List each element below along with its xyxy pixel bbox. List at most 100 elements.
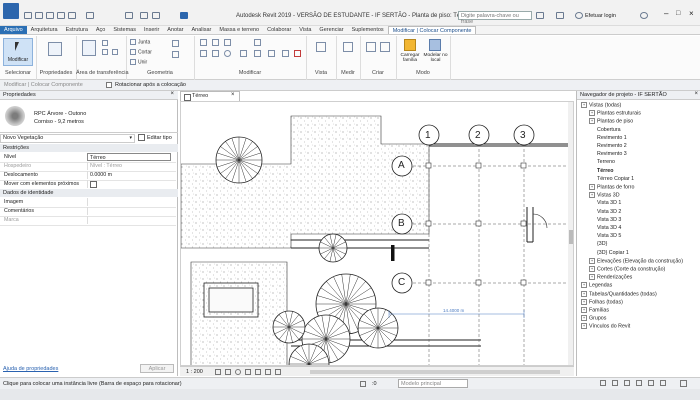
browser-node[interactable]: Vista 3D 3: [597, 217, 621, 223]
save-icon[interactable]: [35, 12, 43, 19]
browser-node[interactable]: Revimento 1: [597, 135, 627, 141]
maximize-button[interactable]: □: [676, 10, 680, 17]
browser-node[interactable]: + Tabelas/Quantidades (todas): [581, 290, 657, 297]
move-icon[interactable]: [200, 50, 207, 57]
expand-toggle-icon[interactable]: +: [581, 323, 587, 330]
offset-icon[interactable]: [212, 39, 219, 46]
browser-node[interactable]: {3D} Copiar 1: [597, 250, 629, 256]
browser-node[interactable]: + Vínculos do Revit: [581, 323, 630, 330]
tab-massing-site[interactable]: Massa e terreno: [215, 26, 263, 34]
properties-icon[interactable]: [48, 42, 62, 56]
rotate-icon[interactable]: [224, 50, 231, 57]
browser-node[interactable]: Vista 3D 2: [597, 209, 621, 215]
align-icon[interactable]: [200, 39, 207, 46]
load-family-button[interactable]: Carregar família: [398, 38, 422, 68]
pin-icon[interactable]: [282, 50, 289, 57]
browser-node[interactable]: + Vistas 3D: [589, 192, 620, 199]
mirror-axis-icon[interactable]: [224, 39, 231, 46]
copy-element-icon[interactable]: [212, 50, 219, 57]
tab-manage[interactable]: Gerenciar: [315, 26, 347, 34]
group-label-clipboard[interactable]: Área de transferência: [76, 70, 129, 76]
select-links-icon[interactable]: [612, 380, 618, 386]
paint-icon[interactable]: [172, 51, 179, 58]
instance-selector[interactable]: Novo Vegetação ▾: [0, 134, 135, 143]
tab-architecture[interactable]: Arquitetura: [27, 26, 62, 34]
select-underlay-icon[interactable]: [624, 380, 630, 386]
tab-addins[interactable]: Suplementos: [348, 26, 388, 34]
browser-node[interactable]: + Folhas (todas): [581, 298, 623, 305]
close-browser-icon[interactable]: ×: [694, 91, 698, 97]
measure-tool-icon[interactable]: [343, 42, 353, 52]
browser-node[interactable]: + Famílias: [581, 307, 609, 313]
tab-file[interactable]: Arquivo: [0, 26, 27, 34]
subscription-icon[interactable]: [556, 12, 564, 19]
section-constraints[interactable]: Restrições: [0, 144, 178, 152]
expand-toggle-icon[interactable]: +: [589, 266, 595, 272]
search-input[interactable]: Digite palavra-chave ou frase: [458, 11, 532, 25]
shadows-icon[interactable]: [245, 369, 251, 375]
create-parts-icon[interactable]: [380, 42, 390, 52]
print-icon[interactable]: [68, 12, 76, 19]
tab-systems[interactable]: Sistemas: [109, 26, 140, 34]
expand-toggle-icon[interactable]: +: [581, 307, 587, 313]
text-icon[interactable]: [125, 12, 133, 19]
browser-node[interactable]: + Vistas (todas): [581, 102, 621, 108]
measure-icon[interactable]: [86, 12, 94, 19]
browser-node[interactable]: Vista 3D 1: [597, 200, 621, 206]
model-inplace-button[interactable]: Modelar no local: [423, 38, 448, 68]
group-label-geometry[interactable]: Geometria: [126, 70, 194, 76]
browser-node[interactable]: + Plantas de forro: [589, 184, 634, 190]
section-icon[interactable]: [152, 12, 160, 19]
cut-icon[interactable]: [102, 40, 108, 46]
expand-toggle-icon[interactable]: +: [589, 184, 595, 190]
trim-icon[interactable]: [240, 50, 247, 57]
type-selector[interactable]: RPC Árvore - Outono Corniso - 9,2 metros: [0, 101, 178, 133]
login-link[interactable]: Efetuar login: [585, 13, 616, 19]
move-with-nearby-checkbox[interactable]: [90, 181, 97, 188]
group-label-properties[interactable]: Propriedades: [36, 70, 76, 76]
wall-join-icon[interactable]: [172, 40, 179, 47]
mark-field[interactable]: [87, 216, 171, 224]
redo-icon[interactable]: [57, 12, 65, 19]
expand-toggle-icon[interactable]: +: [581, 298, 587, 305]
tab-annotate[interactable]: Anotar: [163, 26, 187, 34]
group-label-measure[interactable]: Medir: [336, 70, 360, 76]
drawing-canvas[interactable]: 1 2 3 A B C 14.4000 m: [180, 101, 574, 366]
browser-node[interactable]: + Plantas estruturais: [589, 110, 641, 117]
group-label-select[interactable]: Selecionar: [0, 70, 36, 76]
expand-toggle-icon[interactable]: +: [581, 290, 587, 297]
image-field[interactable]: [87, 198, 171, 206]
user-icon[interactable]: [575, 12, 583, 19]
select-pinned-icon[interactable]: [636, 380, 642, 386]
tab-insert[interactable]: Inserir: [140, 26, 163, 34]
browser-node[interactable]: Revimento 2: [597, 143, 627, 149]
cut-geometry-button[interactable]: Cortar: [130, 49, 152, 55]
tab-view[interactable]: Vista: [295, 26, 315, 34]
expand-toggle-icon[interactable]: +: [589, 257, 595, 264]
crop-icon[interactable]: [255, 369, 261, 375]
tab-analyze[interactable]: Analisar: [188, 26, 216, 34]
view-icon[interactable]: [316, 42, 326, 52]
level-field[interactable]: Térreo: [87, 153, 171, 161]
create-group-icon[interactable]: [366, 42, 376, 52]
drag-on-selection-icon[interactable]: [660, 380, 666, 386]
browser-node[interactable]: + Grupos: [581, 315, 606, 322]
search-icon[interactable]: [536, 12, 544, 19]
scrollbar-thumb[interactable]: [569, 230, 573, 244]
tab-structure[interactable]: Estrutura: [62, 26, 92, 34]
browser-node[interactable]: Térreo: [597, 168, 614, 174]
open-icon[interactable]: [24, 12, 32, 19]
tab-collaborate[interactable]: Colaborar: [263, 26, 295, 34]
select-face-icon[interactable]: [648, 380, 654, 386]
view-tab[interactable]: Térreo ×: [180, 91, 240, 101]
array-icon[interactable]: [254, 50, 261, 57]
browser-node[interactable]: Térreo Copiar 1: [597, 176, 634, 182]
switch-windows-icon[interactable]: [180, 12, 188, 19]
sun-path-icon[interactable]: [235, 369, 241, 375]
minimize-button[interactable]: –: [664, 9, 668, 18]
expand-toggle-icon[interactable]: +: [581, 282, 587, 289]
apply-button[interactable]: Aplicar: [140, 364, 174, 373]
rotate-after-placement-checkbox[interactable]: [106, 82, 112, 88]
browser-node[interactable]: Terreno: [597, 159, 615, 165]
expand-toggle-icon[interactable]: +: [581, 102, 587, 108]
